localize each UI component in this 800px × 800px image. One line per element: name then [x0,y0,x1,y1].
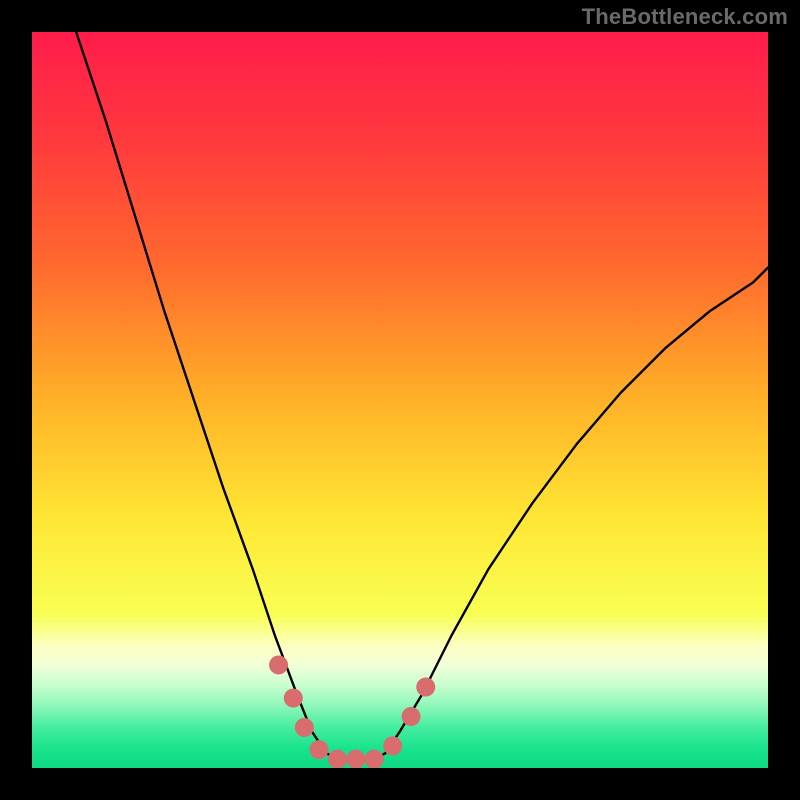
chart-frame: TheBottleneck.com [0,0,800,800]
marker-dot [365,750,384,768]
marker-dot [346,750,365,768]
marker-dot [269,655,288,674]
marker-dot [310,740,329,759]
watermark-label: TheBottleneck.com [582,4,788,30]
marker-dot [383,736,402,755]
gradient-background [32,32,768,768]
chart-svg [32,32,768,768]
marker-dot [416,678,435,697]
plot-area [32,32,768,768]
marker-dot [328,750,347,768]
marker-dot [284,689,303,708]
marker-dot [295,718,314,737]
marker-dot [402,707,421,726]
